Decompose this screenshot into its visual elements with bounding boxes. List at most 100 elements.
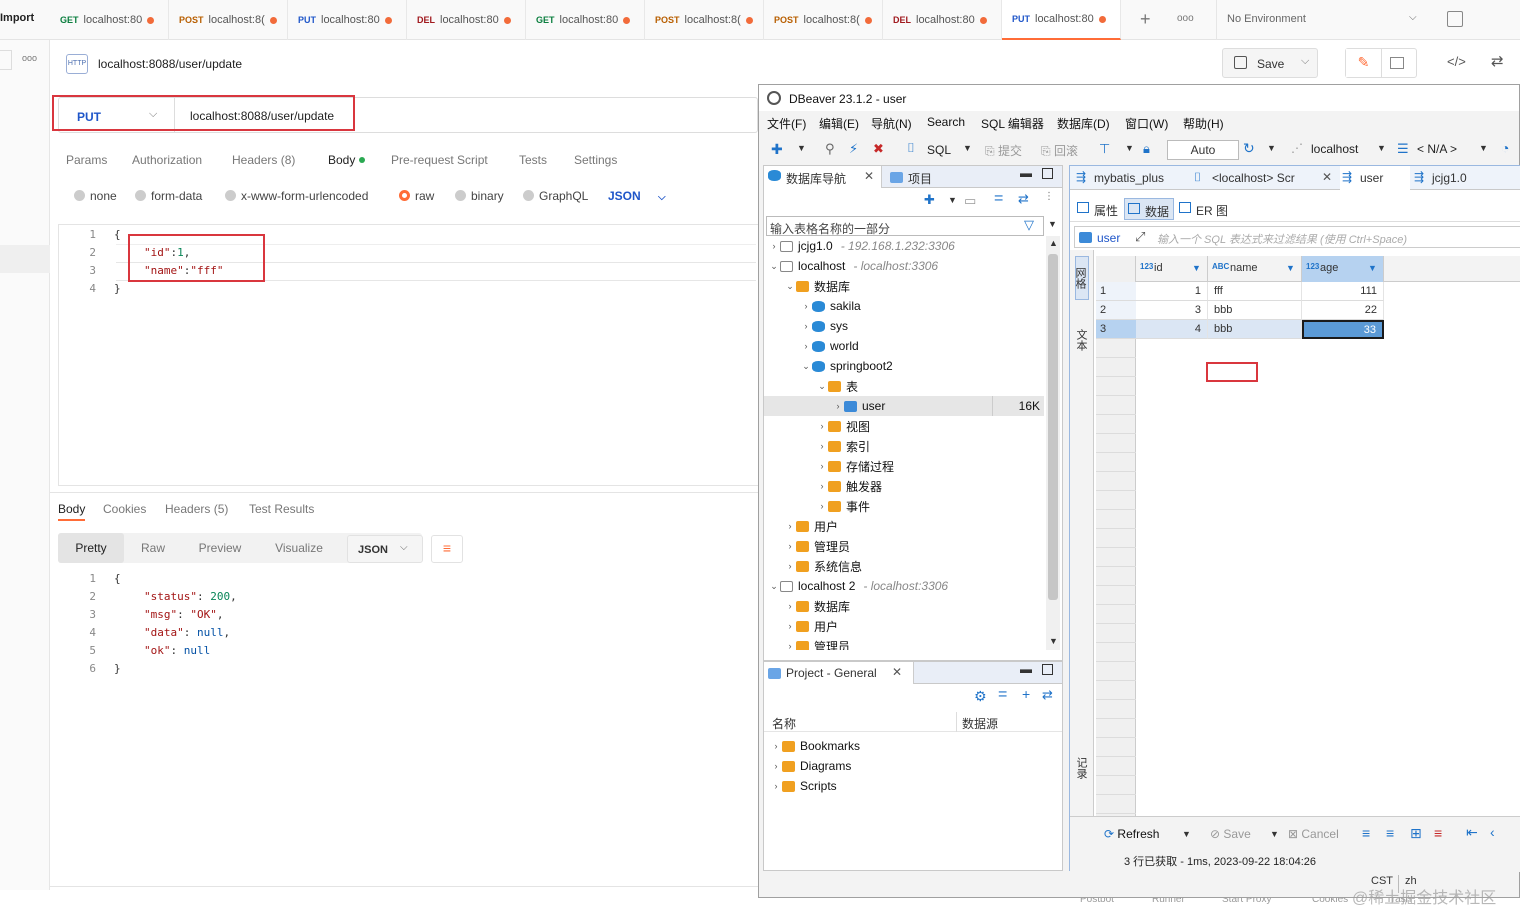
sql-filter-input[interactable]: 输入一个 SQL 表达式来过滤结果 (使用 Ctrl+Space)	[1157, 231, 1407, 247]
request-tab-authorization[interactable]: Authorization	[132, 153, 202, 167]
record-view-button[interactable]: 记录	[1075, 750, 1089, 786]
grid-cell-name[interactable]: bbb	[1208, 320, 1302, 339]
environment-quick-look-icon[interactable]	[1447, 11, 1463, 27]
view-menu-icon[interactable]: ⋮	[1044, 191, 1054, 202]
request-tab[interactable]: DEL localhost:80	[883, 0, 1002, 40]
tree-item[interactable]: ⌄ 表	[764, 376, 1044, 396]
comment-icon[interactable]	[1390, 57, 1404, 69]
active-connection-select[interactable]: localhost	[1311, 142, 1358, 156]
sort-icon[interactable]: ▼	[1368, 263, 1377, 273]
tree-item[interactable]: ⌄ localhost - localhost:3306	[764, 256, 1044, 276]
row-number[interactable]: 3	[1096, 320, 1136, 339]
environment-select[interactable]: No Environment ⌵	[1216, 0, 1436, 40]
project-item[interactable]: › Bookmarks	[764, 736, 861, 756]
commit-button[interactable]: ⎘ 提交	[985, 142, 1022, 159]
chevron-down-icon[interactable]: ▼	[963, 143, 972, 153]
project-item[interactable]: › Diagrams	[764, 756, 852, 776]
wrap-lines-icon[interactable]: ≡	[431, 535, 463, 563]
sort-icon[interactable]: ▼	[1192, 263, 1201, 273]
tree-item[interactable]: › sys	[764, 316, 1044, 336]
response-view-preview[interactable]: Preview	[182, 533, 258, 563]
column-header-datasource[interactable]: 数据源	[962, 715, 998, 732]
row-number[interactable]	[1096, 377, 1136, 396]
menu-item[interactable]: 导航(N)	[871, 115, 912, 132]
cancel-results-button[interactable]: ⊠ Cancel	[1288, 827, 1339, 841]
scrollbar-thumb[interactable]	[1048, 254, 1058, 600]
gear-icon[interactable]: ⚙	[974, 688, 987, 705]
request-title[interactable]: localhost:8088/user/update	[98, 57, 242, 71]
menu-item[interactable]: SQL 编辑器	[981, 115, 1044, 132]
body-mode-binary[interactable]: binary	[455, 189, 504, 203]
save-results-button[interactable]: ⊘ Save	[1210, 827, 1251, 841]
editor-tab[interactable]: ⌷ <localhost> Scr ✕	[1192, 166, 1338, 190]
collapse-all-icon[interactable]: =	[994, 190, 1003, 208]
row-number[interactable]	[1096, 567, 1136, 586]
request-tab[interactable]: PUT localhost:80	[288, 0, 407, 40]
row-number[interactable]	[1096, 396, 1136, 415]
grid-cell-id[interactable]: 1	[1136, 282, 1208, 301]
request-tab-body[interactable]: Body	[328, 153, 366, 167]
chevron-right-icon[interactable]: ›	[784, 521, 796, 531]
column-header-name[interactable]: 名称	[772, 715, 796, 732]
row-number[interactable]	[1096, 339, 1136, 358]
add-tab-button[interactable]: +	[1140, 9, 1151, 30]
row-number[interactable]	[1096, 776, 1136, 795]
scroll-up-icon[interactable]: ▲	[1049, 238, 1058, 248]
row-number[interactable]	[1096, 643, 1136, 662]
transaction-icon[interactable]: ⊤	[1099, 141, 1110, 157]
menu-item[interactable]: 窗口(W)	[1125, 115, 1168, 132]
tree-item[interactable]: › 事件	[764, 496, 1044, 516]
chevron-right-icon[interactable]: ›	[816, 501, 828, 511]
chevron-right-icon[interactable]: ›	[784, 541, 796, 551]
chevron-down-icon[interactable]: ▼	[948, 195, 957, 205]
minimize-icon[interactable]: ▬	[1020, 166, 1032, 180]
menu-item[interactable]: 帮助(H)	[1183, 115, 1224, 132]
row-number[interactable]	[1096, 529, 1136, 548]
code-icon[interactable]: </>	[1447, 54, 1466, 69]
row-number[interactable]	[1096, 738, 1136, 757]
response-tab-cookies[interactable]: Cookies	[103, 502, 146, 516]
chevron-down-icon[interactable]: ⌄	[768, 261, 780, 272]
chevron-right-icon[interactable]: ›	[800, 321, 812, 331]
collapse-all-icon[interactable]: =	[998, 686, 1007, 704]
dashboard-icon[interactable]: ◔	[1501, 140, 1509, 156]
chevron-right-icon[interactable]: ›	[816, 481, 828, 491]
column-header-name[interactable]: ABC name ▼	[1208, 256, 1302, 282]
request-tab-pre-request[interactable]: Pre-request Script	[391, 153, 488, 167]
body-mode-raw[interactable]: raw	[399, 189, 434, 203]
chevron-down-icon[interactable]: ▼	[1479, 143, 1488, 153]
history-icon[interactable]: ↻	[1243, 140, 1255, 157]
tree-item[interactable]: › 触发器	[764, 476, 1044, 496]
tree-item[interactable]: › 管理员	[764, 536, 1044, 556]
tree-item[interactable]: › 系统信息	[764, 556, 1044, 576]
editor-tab[interactable]: ⇶ user	[1340, 166, 1410, 190]
body-format-select[interactable]: JSON ⌵	[608, 189, 666, 203]
swap-icon[interactable]: ⇄	[1491, 52, 1504, 70]
tab-project[interactable]: 项目	[886, 166, 946, 188]
lock-icon[interactable]: 🔒︎	[1143, 141, 1150, 157]
chevron-down-icon[interactable]: ⌄	[816, 381, 828, 392]
plug-icon[interactable]: ⚲	[825, 141, 835, 157]
close-icon[interactable]: ✕	[1322, 170, 1332, 184]
request-tab-params[interactable]: Params	[66, 153, 107, 167]
new-folder-icon[interactable]: ▭	[964, 193, 976, 209]
tree-item[interactable]: › sakila	[764, 296, 1044, 316]
tree-item[interactable]: ⌄ springboot2	[764, 356, 1044, 376]
menu-item[interactable]: 编辑(E)	[819, 115, 859, 132]
response-tab-body[interactable]: Body	[58, 502, 86, 521]
grid-cell-id[interactable]: 3	[1136, 301, 1208, 320]
request-tab-settings[interactable]: Settings	[574, 153, 617, 167]
column-header-id[interactable]: 123 id ▼	[1136, 256, 1208, 282]
import-button[interactable]: Import	[0, 12, 34, 24]
row-number[interactable]	[1096, 415, 1136, 434]
text-view-button[interactable]: 文本	[1075, 322, 1089, 358]
row-number[interactable]	[1096, 681, 1136, 700]
editor-tab[interactable]: ⇶ jcjg1.0	[1412, 166, 1512, 190]
chevron-down-icon[interactable]: ⌄	[784, 281, 796, 292]
chevron-right-icon[interactable]: ›	[800, 341, 812, 351]
tab-more-icon[interactable]: ooo	[1177, 13, 1194, 24]
disconnect-icon[interactable]: ✖	[873, 141, 884, 157]
menu-item[interactable]: 数据库(D)	[1057, 115, 1110, 132]
active-schema-select[interactable]: < N/A >	[1417, 142, 1457, 156]
chevron-down-icon[interactable]: ▼	[1270, 829, 1279, 839]
